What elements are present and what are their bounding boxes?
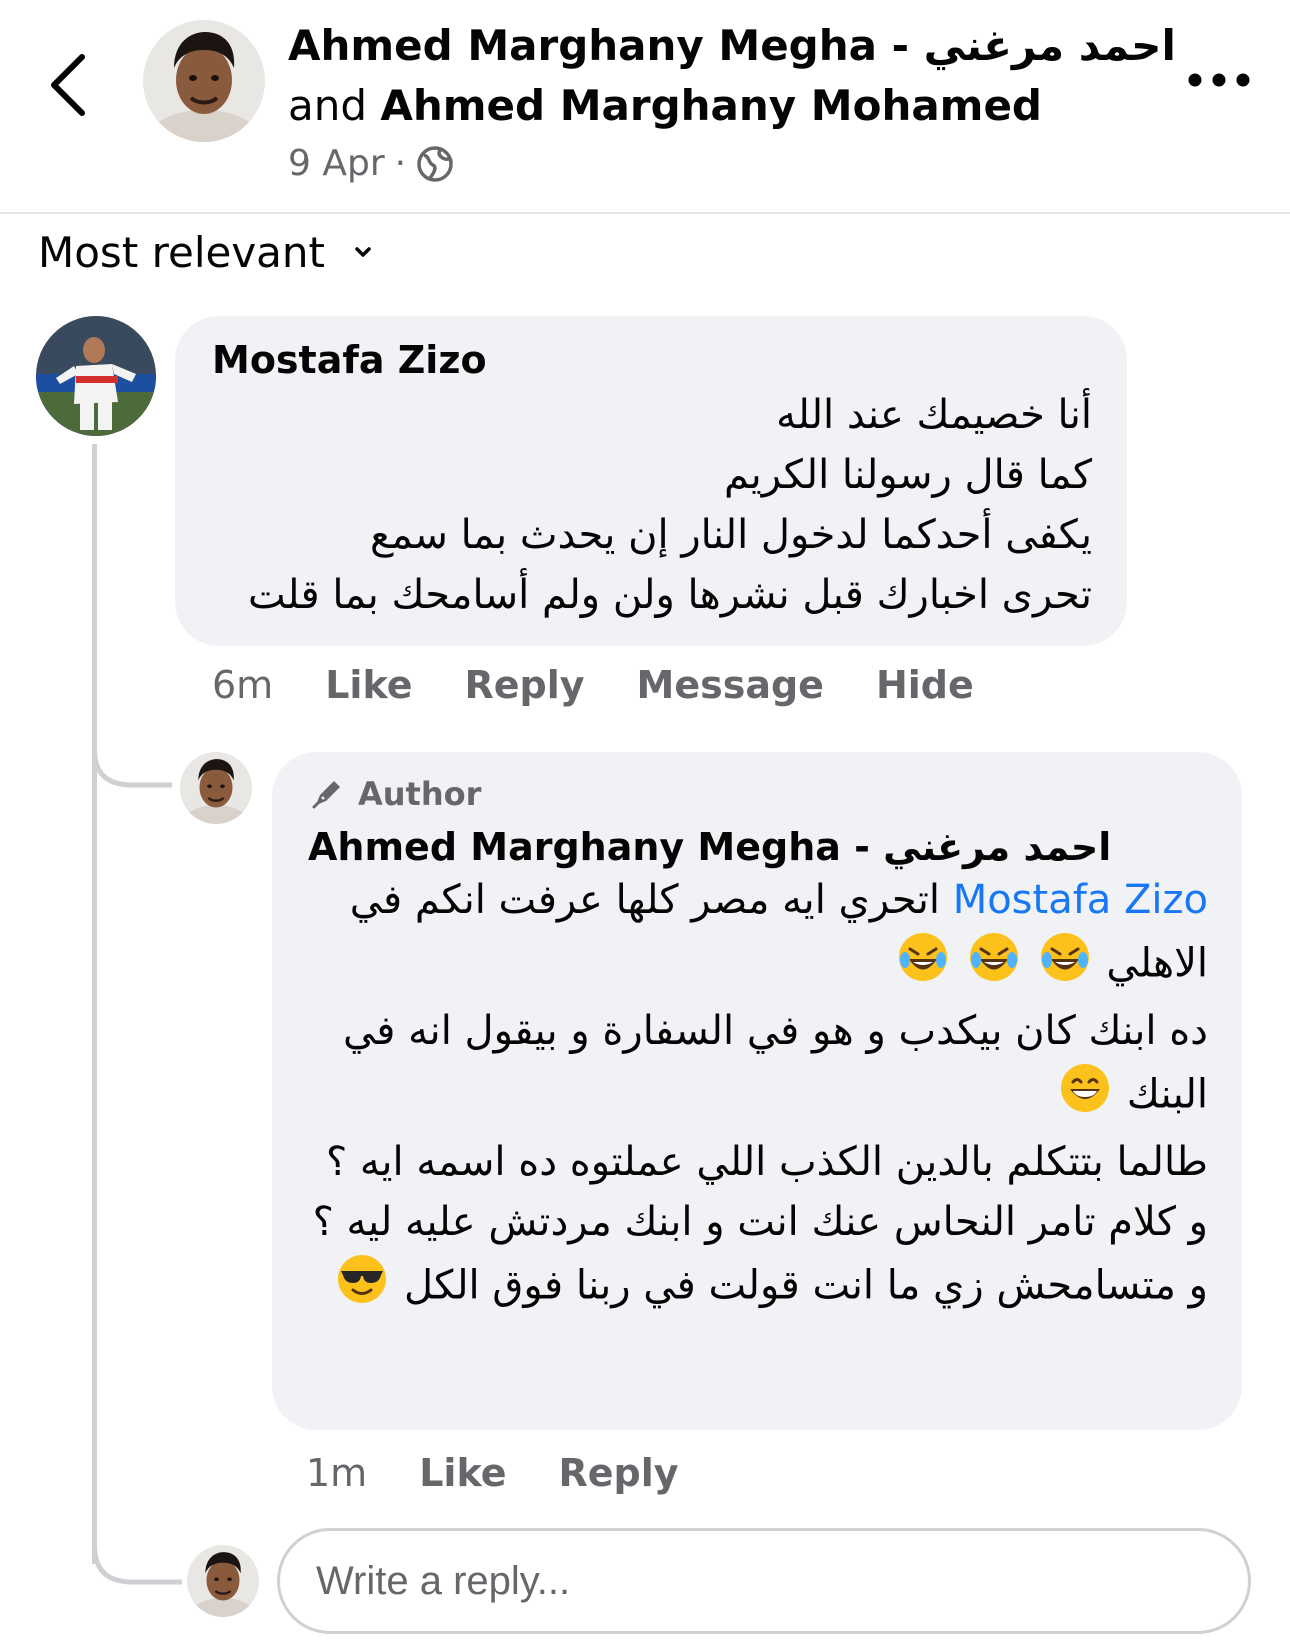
current-user-avatar — [187, 1545, 259, 1617]
grinning-emoji — [1058, 1061, 1112, 1132]
sort-label: Most relevant — [38, 227, 326, 277]
author-badge-label: Author — [358, 775, 482, 813]
reply-actions: 1m Like Reply — [306, 1448, 731, 1498]
more-horizontal-icon — [1188, 73, 1250, 87]
post-header: Ahmed Marghany Megha - احمد مرغني and Ah… — [288, 16, 1188, 188]
post-author-name[interactable]: Ahmed Marghany Megha - احمد مرغني — [288, 21, 1176, 70]
comment-line: يكفى أحدكما لدخول النار إن يحدث بما سمع — [370, 512, 1092, 558]
header-divider — [0, 212, 1290, 214]
mention-link[interactable]: Mostafa Zizo — [953, 877, 1208, 923]
comment-line: تحرى اخبارك قبل نشرها ولن ولم أسامحك بما… — [247, 572, 1092, 618]
thread-connector-reply — [92, 700, 172, 788]
thread-line-vertical — [92, 444, 97, 1564]
comment-author-name[interactable]: Mostafa Zizo — [212, 338, 487, 382]
post-meta: 9 Apr · — [288, 140, 1188, 188]
laughing-tears-emoji — [896, 930, 950, 1001]
reply-text: Mostafa Zizo اتحري ايه مصر كلها عرفت انك… — [310, 870, 1208, 1323]
reply-paragraph-2: ده ابنك كان بيكدب و هو في السفارة و بيقو… — [310, 1001, 1208, 1132]
reply-timestamp[interactable]: 1m — [306, 1451, 367, 1495]
more-options-button[interactable] — [1185, 60, 1265, 100]
reply-line: طالما بتتكلم بالدين الكذب اللي عملتوه ده… — [325, 1139, 1208, 1185]
thread-connector-composer — [92, 1490, 182, 1585]
reply-author-name[interactable]: Ahmed Marghany Megha - احمد مرغني — [308, 825, 1111, 869]
back-button[interactable] — [40, 45, 100, 125]
reply-line: و متسامحش زي ما انت قولت في ربنا فوق الك… — [403, 1262, 1208, 1309]
author-pen-icon — [312, 781, 340, 809]
comment-line: أنا خصيمك عند الله — [776, 392, 1092, 438]
hide-button[interactable]: Hide — [876, 663, 974, 707]
comment-actions: 6m Like Reply Message Hide — [212, 660, 1026, 710]
post-date[interactable]: 9 Apr — [288, 140, 385, 188]
sunglasses-emoji — [335, 1252, 389, 1323]
comment-line: كما قال رسولنا الكريم — [723, 452, 1092, 498]
profile-avatar[interactable] — [143, 20, 265, 142]
commenter-avatar[interactable] — [36, 316, 156, 436]
co-author-name[interactable]: Ahmed Marghany Mohamed — [380, 81, 1042, 130]
laughing-tears-emoji — [1038, 930, 1092, 1001]
reply-input[interactable] — [277, 1528, 1251, 1634]
message-button[interactable]: Message — [637, 663, 824, 707]
meta-separator: · — [394, 143, 407, 184]
reply-author-avatar[interactable] — [180, 752, 252, 824]
reply-line: و كلام تامر النحاس عنك انت و ابنك مردتش … — [312, 1199, 1208, 1245]
reply-like-button[interactable]: Like — [419, 1451, 506, 1495]
comment-text: أنا خصيمك عند الله كما قال رسولنا الكريم… — [200, 385, 1092, 625]
reply-reply-button[interactable]: Reply — [558, 1451, 678, 1495]
connector-text: and — [288, 81, 368, 130]
chevron-down-icon — [355, 247, 371, 257]
laughing-tears-emoji — [967, 930, 1021, 1001]
reply-paragraph-5: و متسامحش زي ما انت قولت في ربنا فوق الك… — [310, 1252, 1208, 1323]
like-button[interactable]: Like — [325, 663, 412, 707]
reply-paragraph-1: Mostafa Zizo اتحري ايه مصر كلها عرفت انك… — [310, 870, 1208, 1001]
post-title-line-2: and Ahmed Marghany Mohamed — [288, 76, 1188, 136]
comment-timestamp[interactable]: 6m — [212, 663, 273, 707]
post-title-line-1: Ahmed Marghany Megha - احمد مرغني — [288, 16, 1188, 76]
reply-button[interactable]: Reply — [464, 663, 584, 707]
globe-icon — [416, 145, 454, 183]
author-badge: Author — [310, 775, 481, 813]
chevron-left-icon — [51, 54, 85, 116]
comment-sort-dropdown[interactable]: Most relevant — [38, 222, 375, 282]
